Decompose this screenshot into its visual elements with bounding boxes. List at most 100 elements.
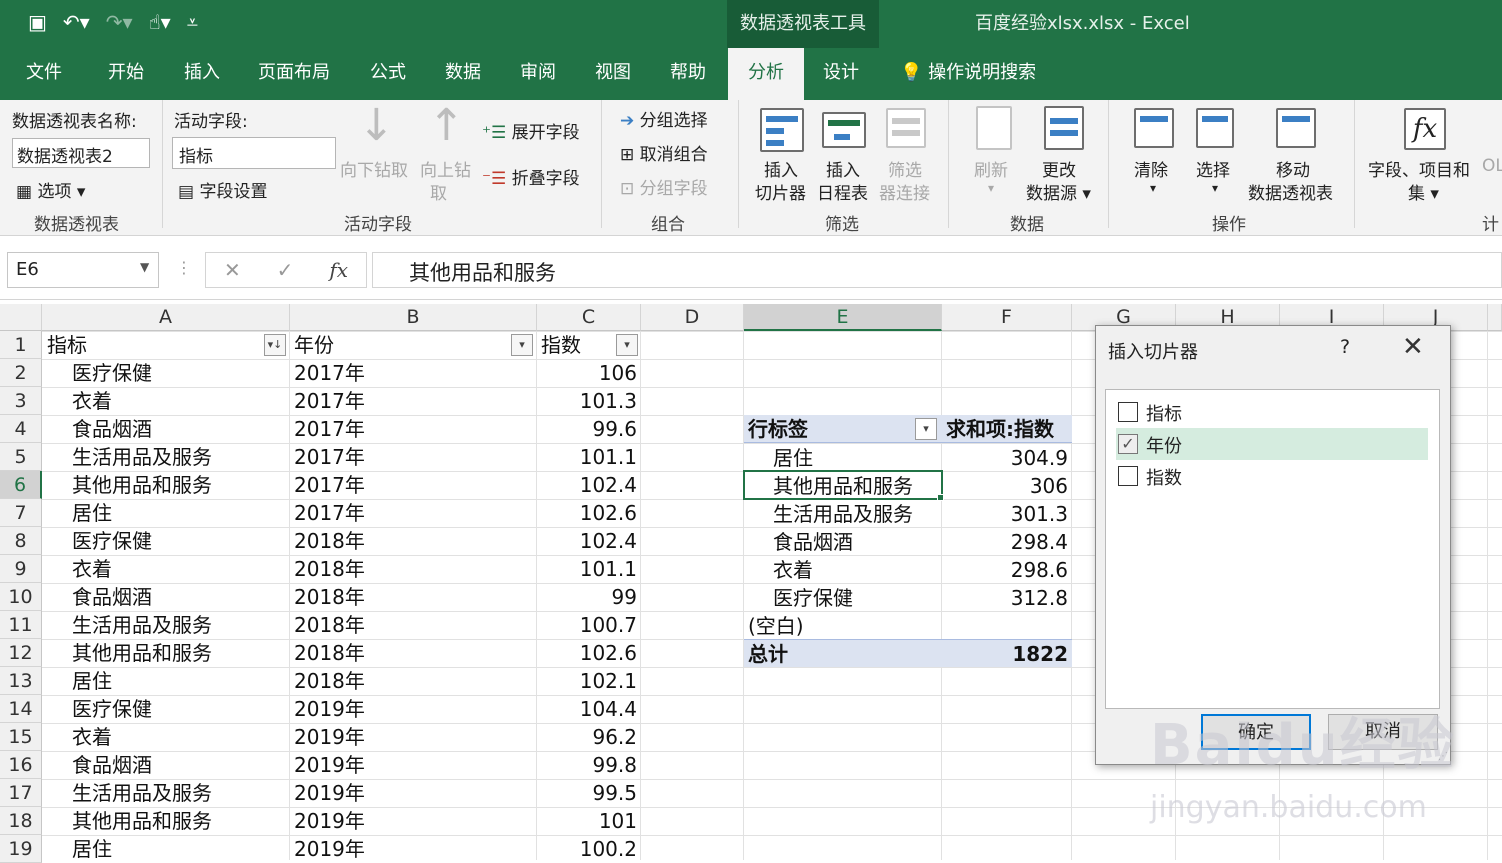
checkbox-year[interactable]: ✓: [1118, 434, 1138, 454]
row-header[interactable]: 14: [0, 695, 42, 723]
row-header[interactable]: 10: [0, 583, 42, 611]
table-cell-indicator[interactable]: 其他用品和服务: [72, 471, 212, 499]
row-header[interactable]: 18: [0, 807, 42, 835]
table-cell-year[interactable]: 2017年: [294, 415, 365, 443]
filter-dropdown-b[interactable]: ▾: [511, 334, 533, 356]
clear-dropdown-icon[interactable]: ▾: [1150, 181, 1156, 195]
table-cell-index[interactable]: 101.3: [537, 387, 637, 415]
pivot-item-value[interactable]: 312.8: [942, 584, 1068, 612]
pivot-item-label[interactable]: 医疗保健: [773, 584, 853, 612]
table-cell-index[interactable]: 102.6: [537, 639, 637, 667]
table-cell-year[interactable]: 2019年: [294, 723, 365, 751]
table-cell-indicator[interactable]: 衣着: [72, 555, 112, 583]
column-header-a[interactable]: A: [42, 304, 290, 331]
filter-connections-button[interactable]: 筛选: [888, 156, 922, 181]
table-cell-index[interactable]: 100.7: [537, 611, 637, 639]
header-cell[interactable]: 指数: [541, 331, 581, 359]
row-header[interactable]: 1: [0, 331, 42, 359]
drill-down-button[interactable]: 向下钻取: [340, 156, 408, 181]
help-icon[interactable]: ?: [1340, 336, 1350, 358]
table-cell-indicator[interactable]: 其他用品和服务: [72, 807, 212, 835]
tab-file[interactable]: 文件: [26, 48, 62, 100]
table-cell-indicator[interactable]: 食品烟酒: [72, 583, 152, 611]
row-header[interactable]: 19: [0, 835, 42, 863]
table-cell-index[interactable]: 102.4: [537, 527, 637, 555]
checkbox-indicator[interactable]: [1118, 402, 1138, 422]
tab-home[interactable]: 开始: [108, 48, 144, 100]
checkbox-label[interactable]: 指标: [1146, 400, 1182, 426]
save-icon[interactable]: ▣: [28, 10, 47, 34]
name-box[interactable]: E6: [7, 252, 159, 288]
tab-formulas[interactable]: 公式: [370, 48, 406, 100]
select-button[interactable]: 选择: [1196, 156, 1230, 181]
group-selection-button[interactable]: ➔ 分组选择: [620, 106, 708, 131]
filter-dropdown-a[interactable]: ▾↓: [264, 334, 286, 356]
table-cell-indicator[interactable]: 医疗保健: [72, 695, 152, 723]
table-cell-year[interactable]: 2018年: [294, 639, 365, 667]
table-cell-year[interactable]: 2019年: [294, 779, 365, 807]
fill-handle[interactable]: [937, 494, 944, 501]
table-cell-indicator[interactable]: 医疗保健: [72, 359, 152, 387]
options-button[interactable]: ▦ 选项 ▾: [16, 177, 85, 202]
filter-dropdown-c[interactable]: ▾: [616, 334, 638, 356]
move-pivottable-button[interactable]: 移动: [1276, 156, 1310, 181]
pivot-item-label[interactable]: 居住: [773, 444, 813, 472]
table-cell-indicator[interactable]: 食品烟酒: [72, 751, 152, 779]
tab-data[interactable]: 数据: [445, 48, 481, 100]
touch-mode-icon[interactable]: ☝▾: [149, 10, 171, 34]
tab-design[interactable]: 设计: [823, 48, 859, 100]
tab-help[interactable]: 帮助: [670, 48, 706, 100]
pivot-total-value[interactable]: 1822: [942, 640, 1068, 668]
table-cell-indicator[interactable]: 居住: [72, 499, 112, 527]
clear-button[interactable]: 清除: [1134, 156, 1168, 181]
row-header[interactable]: 11: [0, 611, 42, 639]
pivot-blank-label[interactable]: (空白): [748, 612, 804, 640]
ungroup-button[interactable]: ⊞ 取消组合: [620, 140, 708, 165]
tab-page-layout[interactable]: 页面布局: [258, 48, 330, 100]
table-cell-indicator[interactable]: 衣着: [72, 723, 112, 751]
checkbox-label[interactable]: 指数: [1146, 464, 1182, 490]
customize-qat-icon[interactable]: ⩡: [187, 10, 198, 34]
column-header-f[interactable]: F: [942, 304, 1072, 331]
insert-slicer-button[interactable]: 插入: [764, 156, 798, 181]
column-header-e[interactable]: E: [744, 304, 942, 331]
table-cell-indicator[interactable]: 生活用品及服务: [72, 779, 212, 807]
collapse-field-button[interactable]: ⁻☰ 折叠字段: [482, 164, 580, 189]
table-cell-index[interactable]: 100.2: [537, 835, 637, 863]
formula-input[interactable]: 其他用品和服务: [372, 252, 1502, 288]
tab-view[interactable]: 视图: [595, 48, 631, 100]
pivot-item-label[interactable]: 衣着: [773, 556, 813, 584]
pivot-item-label[interactable]: 食品烟酒: [773, 528, 853, 556]
tab-review[interactable]: 审阅: [520, 48, 556, 100]
row-header[interactable]: 2: [0, 359, 42, 387]
table-cell-index[interactable]: 99.6: [537, 415, 637, 443]
table-cell-year[interactable]: 2018年: [294, 583, 365, 611]
row-header[interactable]: 12: [0, 639, 42, 667]
enter-icon[interactable]: ✓: [277, 258, 294, 282]
pivot-item-value[interactable]: 301.3: [942, 500, 1068, 528]
table-cell-indicator[interactable]: 居住: [72, 835, 112, 863]
table-cell-indicator[interactable]: 生活用品及服务: [72, 611, 212, 639]
table-cell-year[interactable]: 2017年: [294, 359, 365, 387]
drill-up-button[interactable]: 向上钻: [420, 156, 471, 181]
table-cell-index[interactable]: 99.5: [537, 779, 637, 807]
row-header[interactable]: 17: [0, 779, 42, 807]
table-cell-indicator[interactable]: 居住: [72, 667, 112, 695]
pivot-item-value[interactable]: 298.4: [942, 528, 1068, 556]
table-cell-year[interactable]: 2017年: [294, 387, 365, 415]
table-cell-index[interactable]: 99: [537, 583, 637, 611]
column-header-k[interactable]: [1488, 304, 1502, 331]
insert-timeline-button[interactable]: 插入: [826, 156, 860, 181]
undo-icon[interactable]: ↶▾: [63, 10, 90, 34]
redo-icon[interactable]: ↷▾: [106, 10, 133, 34]
column-header-c[interactable]: C: [537, 304, 641, 331]
active-field-input[interactable]: 指标: [172, 137, 336, 169]
row-header[interactable]: 16: [0, 751, 42, 779]
header-cell[interactable]: 年份: [294, 331, 334, 359]
table-cell-year[interactable]: 2018年: [294, 555, 365, 583]
insert-function-icon[interactable]: fx: [329, 258, 348, 282]
table-cell-index[interactable]: 96.2: [537, 723, 637, 751]
table-cell-index[interactable]: 106: [537, 359, 637, 387]
tab-insert[interactable]: 插入: [184, 48, 220, 100]
chevron-down-icon[interactable]: ▼: [140, 260, 149, 274]
